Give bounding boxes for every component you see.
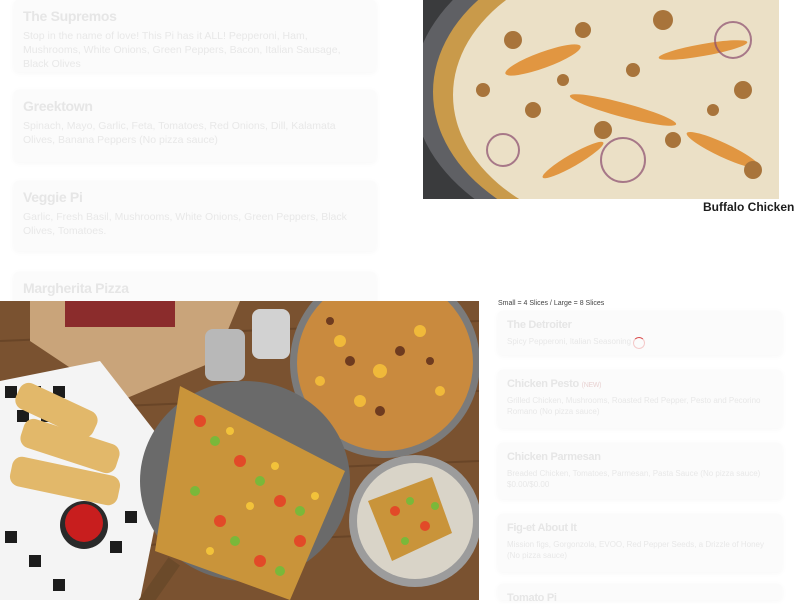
photo-caption: Buffalo Chicken [703, 200, 795, 214]
menu-item-name: Chicken Parmesan [507, 451, 601, 463]
menu-item-name: Margherita Pizza [23, 280, 129, 296]
menu-item-name: Fig-et About It [507, 522, 577, 534]
menu-item-greektown[interactable]: Greektown Spinach, Mayo, Garlic, Feta, T… [14, 90, 376, 162]
menu-item-name: Tomato Pi [507, 592, 557, 604]
menu-item-chicken-pesto[interactable]: Chicken Pesto (NEW) Grilled Chicken, Mus… [498, 370, 782, 428]
menu-item-name: Greektown [23, 98, 93, 114]
new-badge: (NEW) [581, 382, 602, 389]
loading-spinner-icon [633, 337, 645, 349]
menu-item-description: Breaded Chicken, Tomatoes, Parmesan, Pas… [507, 469, 761, 489]
buffalo-chicken-photo [423, 0, 779, 199]
menu-item-description: Garlic, Fresh Basil, Mushrooms, White On… [23, 211, 347, 237]
menu-item-description: Grilled Chicken, Mushrooms, Roasted Red … [507, 396, 761, 416]
menu-item-name: Veggie Pi [23, 189, 83, 205]
slice-size-note: Small = 4 Slices / Large = 8 Slices [498, 300, 605, 307]
menu-item-name-text: Chicken Pesto [507, 378, 579, 390]
menu-item-fig-et-about-it[interactable]: Fig-et About It Mission figs, Gorgonzola… [498, 514, 782, 572]
menu-item-description: Mission figs, Gorgonzola, EVOO, Red Pepp… [507, 540, 765, 560]
menu-item-name: The Detroiter [507, 319, 572, 331]
menu-item-tomato-pi[interactable]: Tomato Pi [498, 584, 782, 604]
detroit-pizza-spread-photo [0, 301, 479, 600]
menu-item-chicken-parmesan[interactable]: Chicken Parmesan Breaded Chicken, Tomato… [498, 443, 782, 499]
menu-item-name: The Supremos [23, 8, 117, 24]
menu-item-description: Stop in the name of love! This Pi has it… [23, 30, 341, 70]
menu-item-name: Chicken Pesto (NEW) [507, 378, 773, 390]
menu-item-the-supremos[interactable]: The Supremos Stop in the name of love! T… [14, 0, 376, 72]
menu-item-veggie-pi[interactable]: Veggie Pi Garlic, Fresh Basil, Mushrooms… [14, 181, 376, 251]
menu-item-description: Spinach, Mayo, Garlic, Feta, Tomatoes, R… [23, 120, 336, 146]
